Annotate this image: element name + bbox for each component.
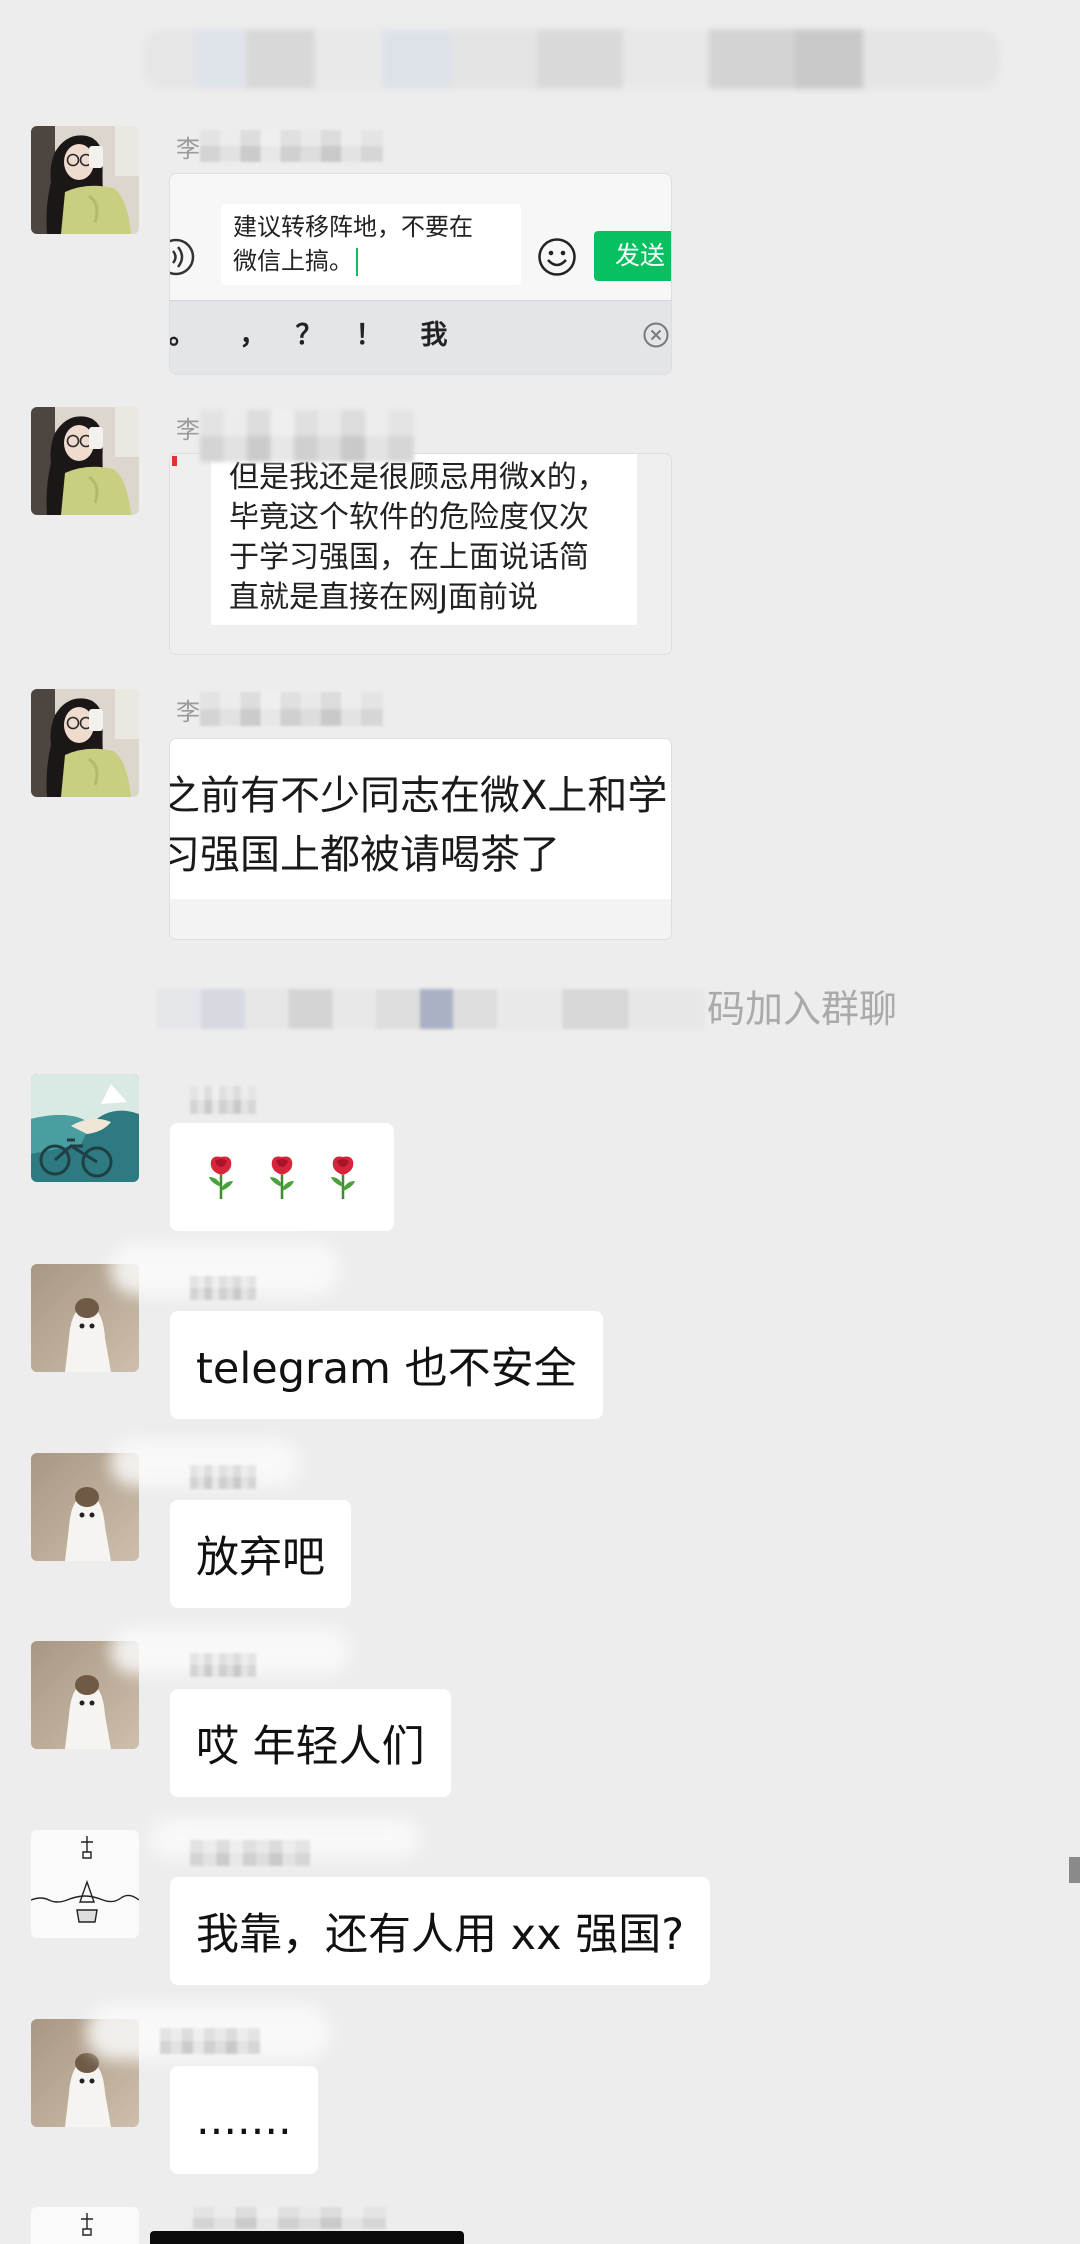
message-bubble[interactable]: ....... [170,2066,318,2174]
image-text-line: 直就是直接在网J面前说 [229,580,538,615]
image-text-line: 毕竟这个软件的危险度仅次 [229,500,589,535]
key-question: ？ [295,320,323,351]
rose-icon [209,1156,233,1199]
rose-icon [331,1156,355,1199]
avatar[interactable] [31,407,139,515]
image-footer [170,899,671,939]
blurred-sender-name [160,2028,260,2054]
input-line: 建议转移阵地，不要在 [233,213,473,241]
message-text: telegram 也不安全 [196,1344,577,1394]
sender-name: 李 [176,416,200,444]
message-text: 我靠，还有人用 xx 强国? [196,1910,685,1960]
send-button: 发送 [594,231,671,281]
input-line: 微信上搞。 [233,247,353,275]
key-wo: 我 [420,320,448,351]
blurred-sender-name [190,1653,256,1677]
avatar[interactable] [31,2207,139,2244]
message-text: 放弃吧 [196,1533,325,1583]
black-bar [150,2231,464,2244]
rose-icon [270,1156,294,1199]
message-bubble[interactable] [170,1123,394,1231]
message-bubble[interactable]: telegram 也不安全 [170,1311,603,1419]
image-text-line: 习强国上都被请喝茶了 [170,832,560,878]
blurred-top-notice [143,29,1000,89]
sender-name: 李 [176,135,200,163]
avatar[interactable] [31,126,139,234]
red-mark [172,456,177,466]
blurred-sender-name [193,2207,386,2229]
key-exclamation: ！ [355,320,383,351]
clear-icon [643,322,669,348]
blurred-sender-name [200,130,383,162]
avatar[interactable] [31,1074,139,1182]
sender-name: 李 [176,698,200,726]
message-text: ....... [196,2095,292,2145]
system-notice: 码加入群聊 [707,987,898,1031]
blurred-sender-name [200,692,383,726]
avatar[interactable] [31,1830,139,1938]
avatar[interactable] [31,689,139,797]
image-message[interactable]: 但是我还是很顾忌用微x的， 毕竟这个软件的危险度仅次 于学习强国，在上面说话简 … [170,454,671,654]
blurred-sender-name [190,1276,256,1300]
blurred-sender-name [190,1465,256,1489]
blurred-sender-name [200,410,414,462]
message-input: 建议转移阵地，不要在 微信上搞。 [221,204,521,285]
key-period: 。 [170,320,196,351]
key-comma: ， [239,320,267,351]
blurred-sender-name [190,1086,256,1114]
scroll-indicator [1069,1857,1080,1883]
image-text-line: 但是我还是很顾忌用微x的， [229,460,607,495]
text-cursor [356,248,358,276]
image-message[interactable]: 之前有不少同志在微X上和学 习强国上都被请喝茶了 [170,739,671,939]
blurred-system-notice [157,989,705,1029]
image-message[interactable]: 建议转移阵地，不要在 微信上搞。 发送 。 ， ？ ！ 我 [170,174,671,374]
message-text: 哎 年轻人们 [196,1722,425,1772]
message-bubble[interactable]: 我靠，还有人用 xx 强国? [170,1877,711,1985]
image-text-line: 之前有不少同志在微X上和学 [170,773,668,819]
image-text: 但是我还是很顾忌用微x的， 毕竟这个软件的危险度仅次 于学习强国，在上面说话简 … [229,458,607,618]
smiley-icon [538,238,576,276]
voice-icon [170,238,195,276]
message-bubble[interactable]: 放弃吧 [170,1500,351,1608]
punctuation-bar: 。 ， ？ ！ 我 [170,300,671,374]
blurred-sender-name [190,1840,310,1866]
image-text-line: 于学习强国，在上面说话简 [229,540,589,575]
message-bubble[interactable]: 哎 年轻人们 [170,1689,451,1797]
